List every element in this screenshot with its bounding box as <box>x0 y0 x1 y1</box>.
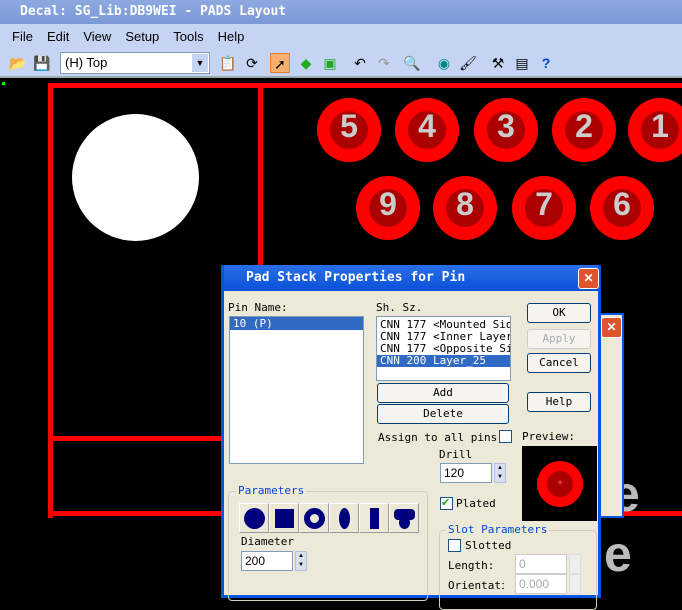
title-bar: Decal: SG_Lib:DB9WEI - PADS Layout <box>0 0 682 24</box>
slot-parameters-label: Slot Parameters <box>446 523 550 536</box>
toolbar: 📂 💾 (H) Top ▼ 📋 ⟳ ➚ ◆ ▣ ↶ ↷ 🔍 ◉ 🖌 ⚒ ▤ ? <box>0 48 682 78</box>
length-spinner[interactable] <box>569 554 581 574</box>
ok-button[interactable]: OK <box>527 303 591 323</box>
pad-stack-dialog: Pad Stack Properties for Pin ✕ Pin Name:… <box>221 265 601 610</box>
length-input[interactable]: 0 <box>515 554 567 574</box>
chevron-down-icon[interactable]: ▼ <box>192 54 208 72</box>
list-item[interactable]: 10 (P) <box>230 317 363 330</box>
properties-icon[interactable]: 📋 <box>218 53 238 73</box>
plated-label: Plated <box>456 497 496 510</box>
dialog-title: Pad Stack Properties for Pin <box>246 270 466 285</box>
slotted-label: Slotted <box>465 539 512 552</box>
slotted-checkbox[interactable] <box>448 539 461 552</box>
outline-top <box>48 83 682 88</box>
zoom-icon[interactable]: 🔍 <box>402 53 422 73</box>
menu-bar: File Edit View Setup Tools Help <box>0 24 682 48</box>
diameter-spinner[interactable]: ▲ ▼ <box>295 551 307 571</box>
drill-spinner[interactable]: ▲ ▼ <box>494 463 506 483</box>
menu-view[interactable]: View <box>83 29 111 44</box>
wizard-icon[interactable]: ⚒ <box>488 53 508 73</box>
pad[interactable]: 7 <box>512 176 576 240</box>
pad[interactable]: 3 <box>474 98 538 162</box>
rectangle-shape-button[interactable] <box>359 503 389 533</box>
silkscreen-text: e <box>604 526 632 582</box>
diameter-label: Diameter <box>241 535 294 548</box>
select-icon[interactable]: ➚ <box>270 53 290 73</box>
close-icon[interactable]: ✕ <box>601 317 622 338</box>
refresh-icon[interactable]: ⟳ <box>242 53 262 73</box>
pin-list[interactable]: 10 (P) <box>229 316 364 464</box>
verify-icon[interactable]: ◉ <box>434 53 454 73</box>
apply-button[interactable]: Apply <box>527 329 591 349</box>
mounting-hole <box>72 114 199 241</box>
drill-label: Drill <box>439 448 473 461</box>
pad[interactable]: 6 <box>590 176 654 240</box>
window-title: Decal: SG_Lib:DB9WEI - PADS Layout <box>20 4 287 19</box>
shape-buttons <box>239 503 419 533</box>
preview-label: Preview: <box>522 430 575 443</box>
pin-name-label: Pin Name: <box>228 301 288 314</box>
shapes-icon[interactable]: ◆ <box>296 53 316 73</box>
close-button[interactable]: ✕ <box>578 268 599 289</box>
cancel-button[interactable]: Cancel <box>527 353 591 373</box>
length-label: Length: <box>448 559 495 572</box>
board-icon[interactable]: ▣ <box>320 53 340 73</box>
menu-file[interactable]: File <box>12 29 33 44</box>
pad[interactable]: 1 <box>628 98 682 162</box>
outline-left <box>48 83 53 518</box>
shsz-label: Sh. Sz. <box>376 301 423 314</box>
drill-input[interactable]: 120 <box>440 463 492 483</box>
pad[interactable]: 2 <box>552 98 616 162</box>
odd-shape-button[interactable] <box>389 503 419 533</box>
parameters-label: Parameters <box>236 484 307 497</box>
background-dialog: ✕ <box>598 313 624 518</box>
menu-help[interactable]: Help <box>218 29 245 44</box>
open-icon[interactable]: 📂 <box>8 53 28 73</box>
layer-value: (H) Top <box>65 55 108 70</box>
pad-preview: + <box>522 446 597 521</box>
assign-all-label: Assign to all pins <box>378 431 498 444</box>
origin-marker <box>2 82 5 85</box>
undo-icon[interactable]: ↶ <box>350 53 370 73</box>
list-item[interactable]: CNN 200 Layer_25 <box>377 355 510 367</box>
layer-list[interactable]: CNN 177 <Mounted Side> CNN 177 <Inner La… <box>376 316 511 381</box>
menu-tools[interactable]: Tools <box>173 29 203 44</box>
delete-button[interactable]: Delete <box>377 404 509 424</box>
help-icon[interactable]: ? <box>536 53 556 73</box>
diameter-input[interactable]: 200 <box>241 551 293 571</box>
plated-checkbox[interactable]: ✔ <box>440 497 453 510</box>
orientation-spinner[interactable] <box>569 574 581 594</box>
assign-all-checkbox[interactable] <box>499 430 512 443</box>
help-button[interactable]: Help <box>527 392 591 412</box>
orientation-input[interactable]: 0.000 <box>515 574 567 594</box>
annular-shape-button[interactable] <box>299 503 329 533</box>
menu-setup[interactable]: Setup <box>125 29 159 44</box>
pad[interactable]: 4 <box>395 98 459 162</box>
layer-select[interactable]: (H) Top ▼ <box>60 52 210 74</box>
orientation-label: Orientation: <box>448 579 504 592</box>
brush-icon[interactable]: 🖌 <box>458 53 478 73</box>
dialog-title-bar: Pad Stack Properties for Pin <box>224 265 598 291</box>
pad[interactable]: 5 <box>317 98 381 162</box>
window-icon[interactable]: ▤ <box>512 53 532 73</box>
add-button[interactable]: Add <box>377 383 509 403</box>
pad[interactable]: 8 <box>433 176 497 240</box>
menu-edit[interactable]: Edit <box>47 29 69 44</box>
redo-icon[interactable]: ↷ <box>374 53 394 73</box>
round-shape-button[interactable] <box>239 503 269 533</box>
pad[interactable]: 9 <box>356 176 420 240</box>
oval-shape-button[interactable] <box>329 503 359 533</box>
square-shape-button[interactable] <box>269 503 299 533</box>
save-icon[interactable]: 💾 <box>32 53 52 73</box>
